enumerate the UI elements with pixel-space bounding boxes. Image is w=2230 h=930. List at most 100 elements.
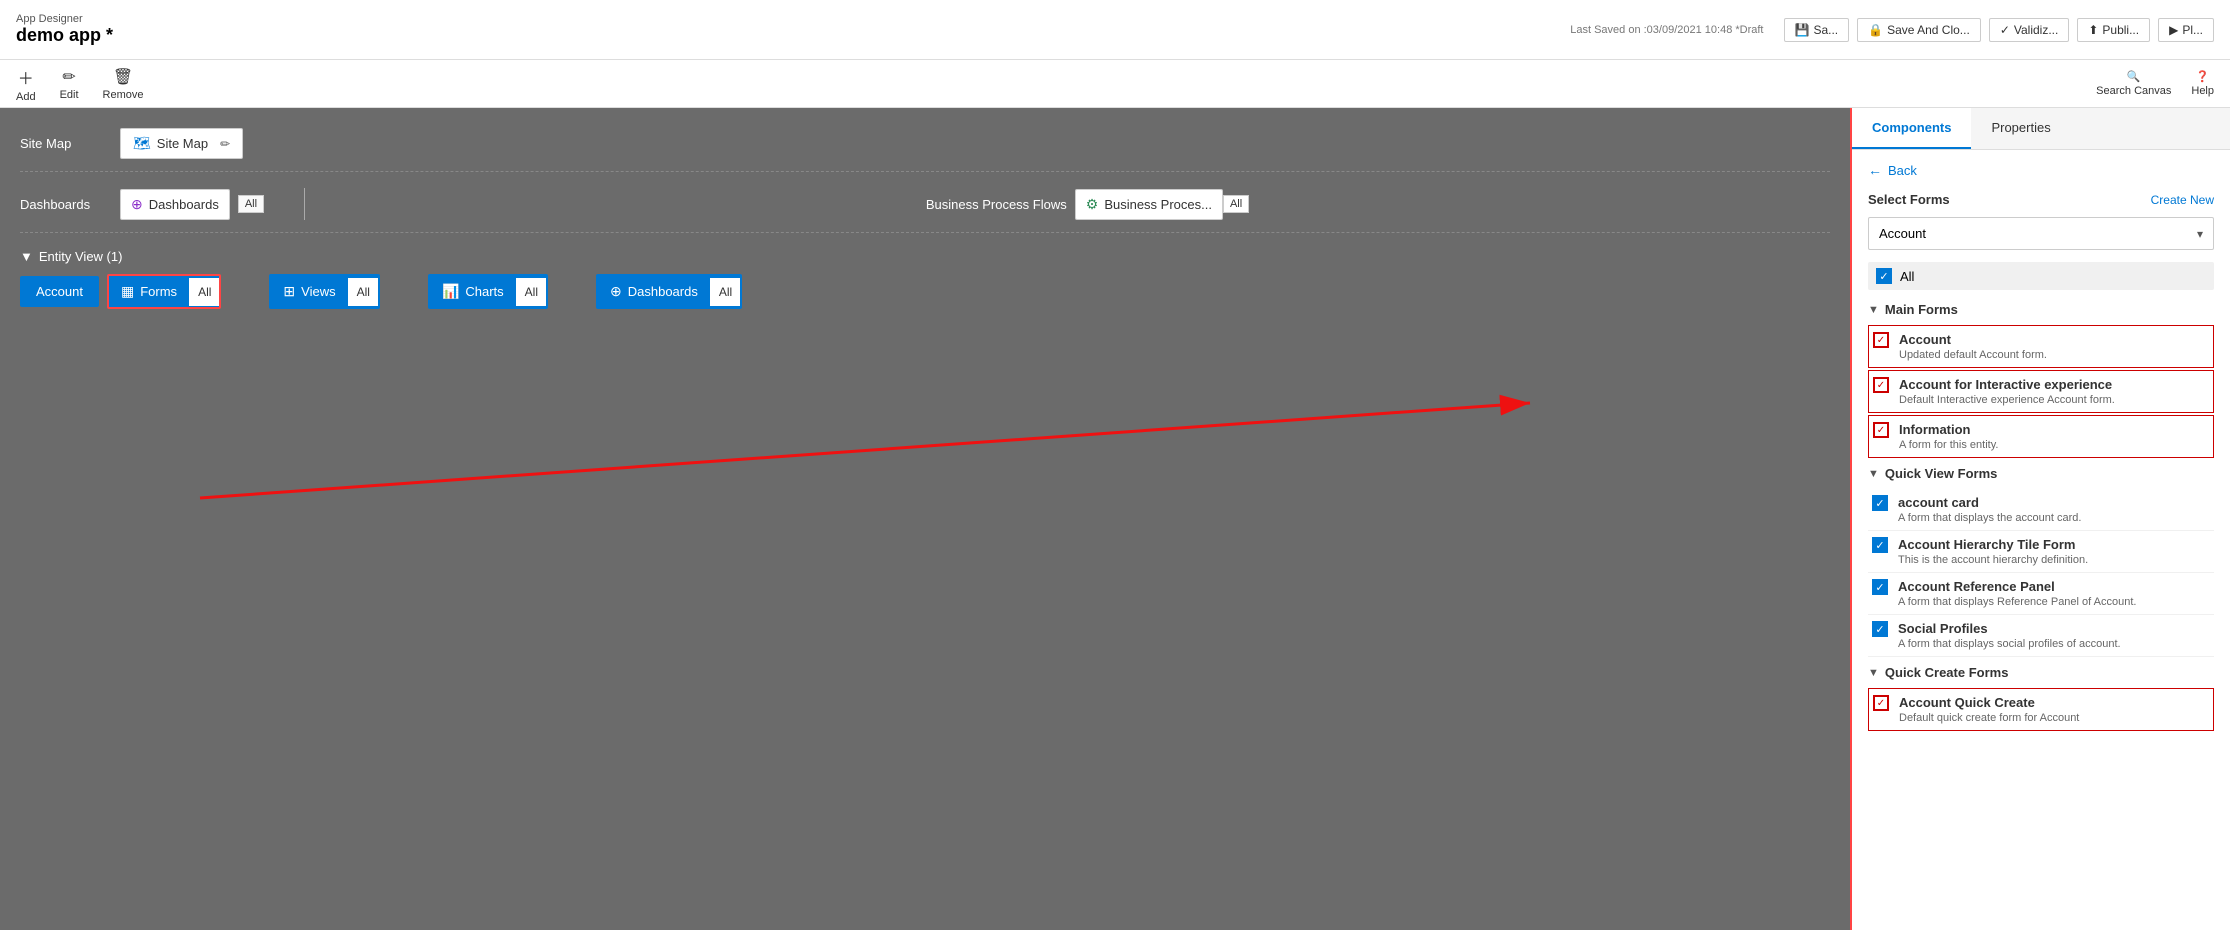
forms-block[interactable]: ▦ Forms All [107,274,221,309]
form-checkbox[interactable]: ✓ [1872,495,1888,511]
panel-tabs: Components Properties [1852,108,2230,150]
chevron-down-icon: ▾ [2197,227,2203,241]
form-item[interactable]: ✓ Account for Interactive experience Defau… [1868,370,2214,413]
tab-properties[interactable]: Properties [1971,108,2070,149]
form-item-name: Account Reference Panel [1898,579,2210,594]
form-checkbox[interactable]: ✓ [1873,422,1889,438]
all-checkbox[interactable]: ✓ [1876,268,1892,284]
main-layout: Site Map 🗺 Site Map ✏ Dashboards ⊕ Dashb… [0,108,2230,930]
form-item-desc: A form for this entity. [1899,439,2209,451]
edit-command[interactable]: ✏ Edit [60,67,79,101]
form-item[interactable]: ✓InformationA form for this entity. [1868,415,2214,458]
entity-row: Account ▦ Forms All ⊞ Views All [20,274,1830,309]
vertical-divider [304,188,305,220]
back-arrow-icon: ← [1868,162,1882,178]
views-all-badge[interactable]: All [348,278,378,306]
app-title: demo app * [16,25,113,46]
entity-dropdown[interactable]: Account ▾ [1868,217,2214,250]
form-item[interactable]: ✓ Account Hierarchy Tile Form This is the … [1868,531,2214,573]
bpf-all-badge[interactable]: All [1223,195,1249,213]
quick-create-forms-list: ✓ Account Quick Create Default quick creat… [1868,688,2214,731]
form-item[interactable]: ✓AccountUpdated default Account form. [1868,325,2214,368]
form-checkbox[interactable]: ✓ [1873,377,1889,393]
pencil-icon[interactable]: ✏ [220,137,230,151]
views-block-inner: ⊞ Views [271,276,347,307]
main-forms-list: ✓AccountUpdated default Account form.✓Ac… [1868,325,2214,458]
form-checkbox[interactable]: ✓ [1872,579,1888,595]
create-new-link[interactable]: Create New [2151,193,2214,207]
form-item-name: Account for Interactive experience [1899,377,2209,392]
add-icon: ＋ [18,65,34,89]
validate-button[interactable]: ✓ Validiz... [1989,18,2070,42]
save-close-icon: 🔒 [1868,23,1883,37]
form-item-name: Account [1899,332,2209,347]
dashboards-all-badge[interactable]: All [238,195,264,213]
form-item-desc: Default Interactive experience Account f… [1899,394,2209,406]
help-icon: ❓ [2196,70,2210,83]
account-entity-button[interactable]: Account [20,276,99,307]
form-item-name: Account Quick Create [1899,695,2209,710]
bpf-section: Business Process Flows ⚙ Business Proces… [345,189,1830,220]
dashboards-box[interactable]: ⊕ Dashboards [120,189,230,220]
tab-components[interactable]: Components [1852,108,1971,149]
right-panel: Components Properties ← Back Select Form… [1850,108,2230,930]
play-button[interactable]: ▶ Pl... [2158,18,2214,42]
save-button[interactable]: 💾 Sa... [1784,18,1850,42]
charts-block[interactable]: 📊 Charts All [428,274,548,309]
form-item-content: Account for Interactive experience Defaul… [1899,377,2209,406]
command-bar: ＋ Add ✏ Edit 🗑 Remove 🔍 Search Canvas ❓ … [0,60,2230,108]
sitemap-label: Site Map [20,136,120,151]
sitemap-row: Site Map 🗺 Site Map ✏ [20,128,1830,172]
save-status: Last Saved on :03/09/2021 10:48 *Draft [1570,24,1763,36]
dashboards-entity-block[interactable]: ⊕ Dashboards All [596,274,742,309]
charts-icon: 📊 [442,283,459,300]
sitemap-box[interactable]: 🗺 Site Map ✏ [120,128,243,159]
dashboards-entity-inner: ⊕ Dashboards [598,276,710,307]
add-command[interactable]: ＋ Add [16,65,36,103]
section-chevron-icon: ▼ [1868,304,1879,316]
save-and-close-button[interactable]: 🔒 Save And Clo... [1857,18,1981,42]
quick-view-section-header[interactable]: ▼ Quick View Forms [1868,466,2214,481]
quick-create-section-header[interactable]: ▼ Quick Create Forms [1868,665,2214,680]
dashboards-entity-all-badge[interactable]: All [710,278,740,306]
form-checkbox[interactable]: ✓ [1872,621,1888,637]
form-item[interactable]: ✓ Account Quick Create Default quick creat… [1868,688,2214,731]
publish-button[interactable]: ⬆ Publi... [2077,18,2150,42]
remove-icon: 🗑 [113,67,133,87]
help-button[interactable]: ❓ Help [2191,70,2214,97]
form-item-desc: A form that displays the account card. [1898,512,2210,524]
form-item-content: account cardA form that displays the acc… [1898,495,2210,524]
edit-icon: ✏ [62,67,75,87]
form-item-desc: Default quick create form for Account [1899,712,2209,724]
play-icon: ▶ [2169,23,2178,37]
entity-view-header[interactable]: ▼ Entity View (1) [20,249,1830,264]
dashboards-row-label: Dashboards [20,197,120,212]
form-item[interactable]: ✓ Account Reference Panel A form that disp… [1868,573,2214,615]
form-item-desc: A form that displays Reference Panel of … [1898,596,2210,608]
form-item[interactable]: ✓ Social ProfilesA form that displays soc… [1868,615,2214,657]
form-checkbox[interactable]: ✓ [1873,695,1889,711]
bpf-box[interactable]: ⚙ Business Proces... [1075,189,1223,220]
views-block[interactable]: ⊞ Views All [269,274,380,309]
bpf-label: Business Process Flows [926,197,1067,212]
quick-create-chevron-icon: ▼ [1868,667,1879,679]
form-item-content: Social ProfilesA form that displays soci… [1898,621,2210,650]
form-item-name: Account Hierarchy Tile Form [1898,537,2210,552]
select-forms-label: Select Forms [1868,192,1950,207]
remove-command[interactable]: 🗑 Remove [103,67,144,101]
form-item-desc: This is the account hierarchy definition… [1898,554,2210,566]
charts-all-badge[interactable]: All [516,278,546,306]
forms-all-badge[interactable]: All [189,278,219,306]
all-checkbox-row[interactable]: ✓ All [1868,262,2214,290]
form-checkbox[interactable]: ✓ [1873,332,1889,348]
app-info: App Designer demo app * [16,13,113,46]
canvas-area: Site Map 🗺 Site Map ✏ Dashboards ⊕ Dashb… [0,108,1850,930]
form-checkbox[interactable]: ✓ [1872,537,1888,553]
search-canvas-button[interactable]: 🔍 Search Canvas [2096,70,2171,97]
dashboards-section: ⊕ Dashboards All [120,189,264,220]
dashboard-icon: ⊕ [131,196,143,213]
form-item[interactable]: ✓ account cardA form that displays the ac… [1868,489,2214,531]
back-link[interactable]: ← Back [1868,162,2214,178]
main-forms-section-header[interactable]: ▼ Main Forms [1868,302,2214,317]
quick-view-chevron-icon: ▼ [1868,468,1879,480]
